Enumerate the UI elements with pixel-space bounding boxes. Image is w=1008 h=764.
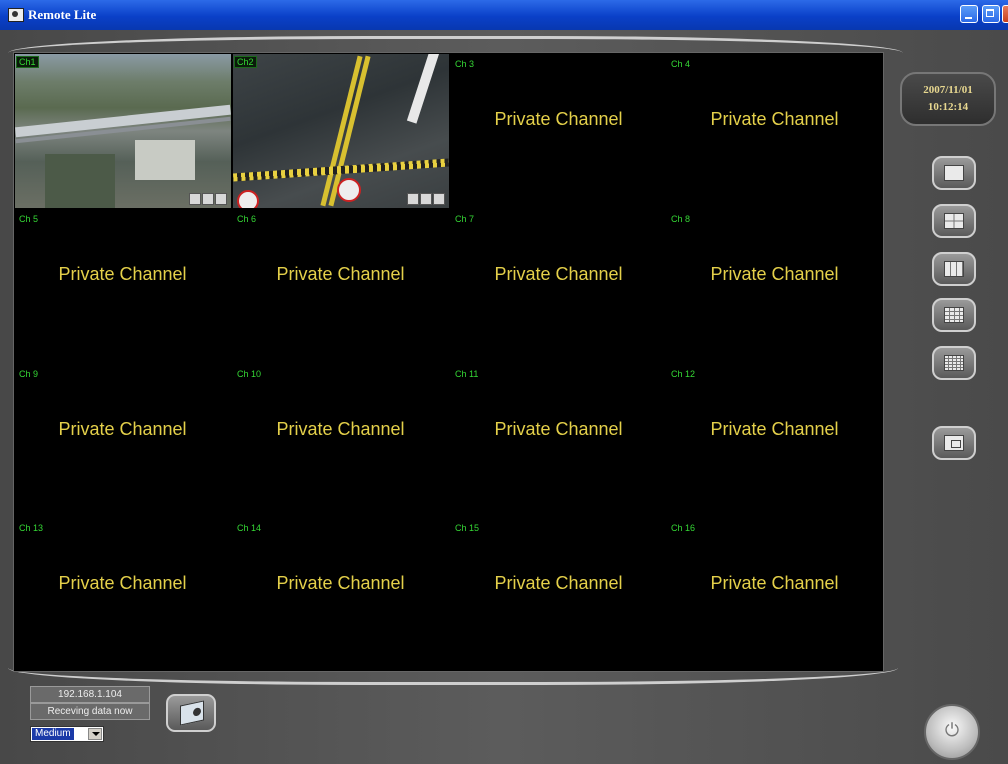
- close-button[interactable]: [1002, 5, 1008, 23]
- camera-feed-1: [15, 54, 231, 208]
- channel-2-status-icons: [407, 193, 445, 205]
- quad-view-icon: [944, 213, 964, 229]
- nine-view-icon: [944, 261, 964, 277]
- power-button[interactable]: [924, 704, 980, 760]
- private-channel-text: Private Channel: [710, 264, 839, 284]
- channel-cell-14[interactable]: Ch 14 Private Channel: [232, 517, 449, 671]
- channel-cell-4[interactable]: Ch 4 Private Channel: [666, 53, 883, 207]
- datetime-display: 2007/11/01 10:12:14: [900, 72, 996, 126]
- channel-cell-3[interactable]: Ch 3 Private Channel: [450, 53, 667, 207]
- channel-cell-1[interactable]: Ch1: [14, 53, 231, 208]
- connect-camera-button[interactable]: [166, 694, 216, 732]
- private-channel-text: Private Channel: [58, 573, 187, 593]
- single-view-button[interactable]: [932, 156, 976, 190]
- channel-label: Ch 12: [671, 369, 696, 379]
- channel-label: Ch 15: [455, 523, 480, 533]
- channel-label: Ch2: [234, 56, 257, 68]
- private-channel-text: Private Channel: [276, 419, 405, 439]
- camera-connect-icon: [180, 700, 204, 726]
- private-channel-text: Private Channel: [710, 419, 839, 439]
- channel-cell-7[interactable]: Ch 7 Private Channel: [450, 208, 667, 362]
- channel-cell-15[interactable]: Ch 15 Private Channel: [450, 517, 667, 671]
- private-channel-text: Private Channel: [276, 573, 405, 593]
- private-channel-text: Private Channel: [710, 573, 839, 593]
- chevron-down-icon[interactable]: [88, 728, 102, 740]
- time-text: 10:12:14: [927, 101, 969, 113]
- title-bar: Remote Lite: [0, 0, 1008, 31]
- private-channel-text: Private Channel: [494, 109, 623, 129]
- channel-cell-13[interactable]: Ch 13 Private Channel: [14, 517, 231, 671]
- channel-cell-2[interactable]: Ch2: [232, 53, 449, 208]
- channel-label: Ch 13: [19, 523, 44, 533]
- channel-cell-6[interactable]: Ch 6 Private Channel: [232, 208, 449, 362]
- channel-cell-11[interactable]: Ch 11 Private Channel: [450, 363, 667, 517]
- private-channel-text: Private Channel: [494, 264, 623, 284]
- channel-label: Ch 6: [237, 214, 257, 224]
- channel-label: Ch1: [16, 56, 39, 68]
- camera-feed-2: [233, 54, 449, 208]
- channel-label: Ch 10: [237, 369, 262, 379]
- channel-label: Ch 5: [19, 214, 39, 224]
- private-channel-text: Private Channel: [276, 264, 405, 284]
- fullscreen-view-button[interactable]: [932, 426, 976, 460]
- channel-cell-8[interactable]: Ch 8 Private Channel: [666, 208, 883, 362]
- quality-select[interactable]: Medium: [30, 726, 104, 742]
- private-channel-text: Private Channel: [58, 419, 187, 439]
- channel-label: Ch 4: [671, 59, 691, 69]
- channel-cell-12[interactable]: Ch 12 Private Channel: [666, 363, 883, 517]
- video-grid: Ch1 Ch2 Ch 3 Private Channel Ch 4 Privat…: [13, 52, 884, 672]
- quad-view-button[interactable]: [932, 204, 976, 238]
- connection-status-text: Receving data now: [30, 703, 150, 720]
- sixteen-view-icon: [944, 307, 964, 323]
- date-text: 2007/11/01: [923, 84, 973, 96]
- channel-label: Ch 7: [455, 214, 475, 224]
- private-channel-text: Private Channel: [58, 264, 187, 284]
- channel-label: Ch 11: [455, 369, 479, 379]
- twenty-five-view-button[interactable]: [932, 346, 976, 380]
- app-camera-icon: [8, 8, 24, 22]
- fullscreen-icon: [944, 435, 964, 451]
- channel-label: Ch 8: [671, 214, 691, 224]
- channel-label: Ch 9: [19, 369, 39, 379]
- channel-label: Ch 3: [455, 59, 475, 69]
- ip-address-display: 192.168.1.104: [30, 686, 150, 703]
- channel-1-status-icons: [189, 193, 227, 205]
- channel-cell-9[interactable]: Ch 9 Private Channel: [14, 363, 231, 517]
- single-view-icon: [944, 165, 964, 181]
- twenty-five-view-icon: [944, 355, 964, 371]
- channel-cell-5[interactable]: Ch 5 Private Channel: [14, 208, 231, 362]
- channel-label: Ch 14: [237, 523, 262, 533]
- quality-select-value: Medium: [32, 728, 74, 740]
- channel-label: Ch 16: [671, 523, 696, 533]
- window-title: Remote Lite: [28, 7, 97, 22]
- sixteen-view-button[interactable]: [932, 298, 976, 332]
- nine-view-button[interactable]: [932, 252, 976, 286]
- private-channel-text: Private Channel: [494, 419, 623, 439]
- minimize-button[interactable]: [960, 5, 978, 23]
- private-channel-text: Private Channel: [710, 109, 839, 129]
- maximize-button[interactable]: [982, 5, 1000, 23]
- private-channel-text: Private Channel: [494, 573, 623, 593]
- channel-cell-10[interactable]: Ch 10 Private Channel: [232, 363, 449, 517]
- channel-cell-16[interactable]: Ch 16 Private Channel: [666, 517, 883, 671]
